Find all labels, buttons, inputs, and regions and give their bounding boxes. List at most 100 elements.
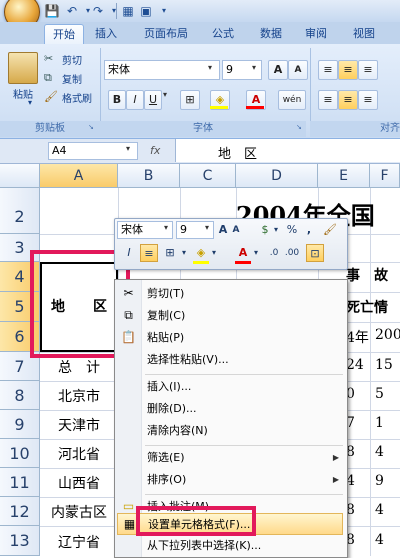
column-header-c[interactable]: C: [180, 164, 236, 188]
save-icon[interactable]: 💾: [44, 3, 60, 19]
menu-item-label: 删除(D)...: [147, 402, 197, 415]
menu-separator: [145, 494, 343, 495]
italic-button[interactable]: I: [126, 90, 144, 110]
fx-icon[interactable]: fx: [150, 144, 160, 157]
font-name-combo[interactable]: 宋体: [104, 60, 220, 80]
mini-center-icon[interactable]: ≡: [140, 244, 158, 262]
row-header-13[interactable]: 13: [0, 526, 40, 556]
phonetic-button[interactable]: wén: [278, 90, 306, 110]
align-middle-icon[interactable]: ≡: [338, 60, 358, 80]
font-launcher-icon[interactable]: ↘: [296, 123, 304, 131]
cell-a12: 内蒙古区: [51, 505, 107, 521]
menu-item-sort[interactable]: 排序(O) ▶: [115, 469, 347, 491]
menu-item-delete[interactable]: 删除(D)...: [115, 398, 347, 420]
decrease-decimal-icon[interactable]: .0: [266, 244, 282, 262]
menu-item-copy[interactable]: ⧉ 复制(C): [115, 305, 347, 327]
tab-view[interactable]: 视图: [346, 24, 382, 44]
shrink-font-button[interactable]: A: [288, 60, 308, 80]
menu-item-label: 剪切(T): [147, 287, 185, 300]
comment-icon: ▭: [122, 499, 135, 513]
cell-a13: 辽宁省: [58, 535, 100, 551]
name-box-dropdown-icon[interactable]: ▾: [126, 144, 130, 153]
row-header-8[interactable]: 8: [0, 381, 40, 410]
font-size-dropdown-icon[interactable]: ▾: [252, 63, 256, 72]
title-bar: [0, 0, 400, 22]
row-header-12[interactable]: 12: [0, 497, 40, 526]
row-header-9[interactable]: 9: [0, 410, 40, 439]
comma-button[interactable]: ,: [302, 221, 316, 239]
merge-center-icon[interactable]: ⊡: [306, 244, 324, 262]
copy-button[interactable]: 复制: [62, 71, 82, 86]
underline-dropdown-icon[interactable]: ▾: [163, 90, 167, 99]
bold-button[interactable]: B: [108, 90, 126, 110]
menu-item-pick-from-list[interactable]: 从下拉列表中选择(K)...: [115, 535, 347, 557]
mini-font-color-dropdown-icon[interactable]: ▾: [252, 244, 260, 262]
menu-item-insert[interactable]: 插入(I)...: [115, 376, 347, 398]
column-header-a[interactable]: A: [40, 164, 118, 188]
tab-home[interactable]: 开始: [44, 24, 84, 45]
copy-icon: ⧉: [124, 308, 133, 322]
cut-button[interactable]: 剪切: [62, 52, 82, 67]
camera-icon[interactable]: ▣: [138, 3, 154, 19]
tab-review[interactable]: 审阅: [298, 24, 334, 44]
menu-item-clear-contents[interactable]: 清除内容(N): [115, 420, 347, 442]
mini-font-color-swatch: [235, 261, 251, 264]
mini-italic-button[interactable]: I: [120, 244, 138, 262]
align-left-icon[interactable]: ≡: [318, 90, 338, 110]
mini-border-icon[interactable]: ⊞: [160, 244, 180, 262]
scissors-icon: ✂: [44, 52, 54, 65]
tab-formulas[interactable]: 公式: [205, 24, 241, 44]
column-header-e[interactable]: E: [318, 164, 370, 188]
row-header-2[interactable]: 2: [0, 188, 40, 234]
paste-dropdown-icon[interactable]: ▾: [24, 98, 36, 107]
column-header-b[interactable]: B: [118, 164, 180, 188]
mini-size-dropdown-icon[interactable]: ▾: [205, 223, 209, 232]
align-right-icon[interactable]: ≡: [358, 90, 378, 110]
currency-dropdown-icon[interactable]: ▾: [272, 221, 280, 239]
grow-font-button[interactable]: A: [268, 60, 288, 80]
align-bottom-icon[interactable]: ≡: [358, 60, 378, 80]
align-center-icon[interactable]: ≡: [338, 90, 358, 110]
format-painter-button[interactable]: 格式刷: [62, 90, 92, 105]
grid-line: [370, 188, 371, 556]
mini-shrink-font-button[interactable]: A: [230, 221, 242, 239]
mini-fill-color-icon[interactable]: ◈: [192, 244, 210, 262]
select-all-corner[interactable]: [0, 164, 40, 188]
qat-customize-icon[interactable]: ▾: [156, 3, 172, 19]
menu-item-label: 筛选(E): [147, 451, 185, 464]
underline-button[interactable]: U: [144, 90, 162, 110]
percent-button[interactable]: %: [284, 221, 300, 239]
tab-insert[interactable]: 插入: [88, 24, 124, 44]
redo-icon[interactable]: ↷: [90, 3, 106, 19]
increase-decimal-icon[interactable]: .00: [284, 244, 300, 262]
menu-item-cut[interactable]: ✂ 剪切(T): [115, 283, 347, 305]
row-header-11[interactable]: 11: [0, 468, 40, 497]
tab-page-layout[interactable]: 页面布局: [136, 24, 196, 44]
mini-grow-font-button[interactable]: A: [216, 221, 230, 239]
menu-item-label: 清除内容(N): [147, 424, 208, 437]
mini-fill-dropdown-icon[interactable]: ▾: [210, 244, 218, 262]
highlight-box-format-cells: [136, 506, 256, 536]
menu-item-filter[interactable]: 筛选(E) ▶: [115, 447, 347, 469]
preview-icon[interactable]: ▦: [120, 3, 136, 19]
row-header-10[interactable]: 10: [0, 439, 40, 468]
mini-format-painter-icon[interactable]: 🖌: [320, 221, 340, 239]
clipboard-launcher-icon[interactable]: ↘: [88, 123, 96, 131]
cell-a7: 总 计: [58, 360, 100, 376]
mini-font-color-icon[interactable]: A: [234, 244, 252, 262]
tab-data[interactable]: 数据: [253, 24, 289, 44]
submenu-arrow-icon: ▶: [332, 453, 339, 462]
menu-item-paste-special[interactable]: 选择性粘贴(V)...: [115, 349, 347, 371]
mini-font-dropdown-icon[interactable]: ▾: [164, 223, 168, 232]
formula-input[interactable]: [175, 139, 400, 162]
name-box[interactable]: A4: [48, 142, 138, 160]
column-header-d[interactable]: D: [236, 164, 318, 188]
column-header-f[interactable]: F: [370, 164, 400, 188]
paste-icon[interactable]: [8, 52, 38, 84]
borders-icon[interactable]: ⊞: [180, 90, 200, 110]
undo-icon[interactable]: ↶: [64, 3, 80, 19]
font-name-dropdown-icon[interactable]: ▾: [208, 63, 212, 72]
menu-item-paste[interactable]: 📋 粘贴(P): [115, 327, 347, 349]
align-top-icon[interactable]: ≡: [318, 60, 338, 80]
mini-border-dropdown-icon[interactable]: ▾: [180, 244, 188, 262]
